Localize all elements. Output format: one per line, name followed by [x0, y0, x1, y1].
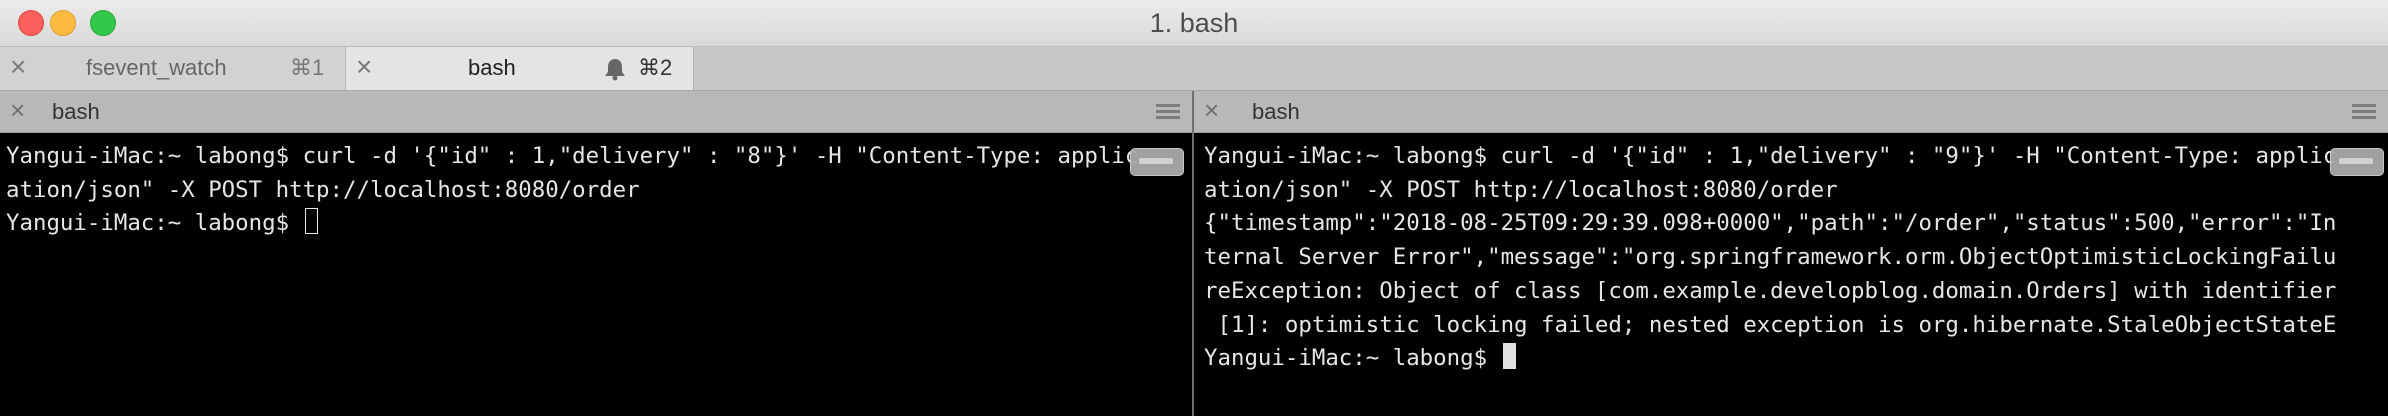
close-pane-icon[interactable]: ×	[10, 96, 25, 124]
right-pane-header: × bash	[1194, 91, 2388, 133]
tab-bar: × fsevent_watch ⌘1 × bash ⌘2	[0, 47, 2388, 91]
tab-bash[interactable]: × bash ⌘2	[346, 47, 694, 90]
tab-shortcut: ⌘1	[290, 55, 325, 80]
terminal-line: ternal Server Error","message":"org.spri…	[1204, 244, 2337, 271]
terminal-line: Yangui-iMac:~ labong$ curl -d '{"id" : 1…	[6, 143, 1139, 169]
scroll-indicator-icon[interactable]	[1130, 148, 1184, 176]
bell-icon	[604, 57, 626, 86]
pane-title: bash	[52, 99, 100, 124]
right-terminal-pane[interactable]: Yangui-iMac:~ labong$ curl -d '{"id" : 1…	[1194, 134, 2388, 416]
terminal-line: Yangui-iMac:~ labong$	[6, 210, 303, 237]
terminal-line: ation/json" -X POST http://localhost:808…	[6, 176, 640, 203]
hamburger-menu-icon[interactable]	[2352, 104, 2376, 120]
tab-fsevent-watch[interactable]: × fsevent_watch ⌘1	[0, 47, 346, 90]
terminal-line: {"timestamp":"2018-08-25T09:29:39.098+00…	[1204, 210, 2337, 237]
close-tab-icon[interactable]: ×	[10, 53, 26, 81]
close-tab-icon[interactable]: ×	[356, 53, 372, 81]
terminal-output: Yangui-iMac:~ labong$ curl -d '{"id" : 1…	[1204, 140, 2336, 376]
terminal-line: reException: Object of class [com.exampl…	[1204, 277, 2337, 304]
close-pane-icon[interactable]: ×	[1204, 96, 1219, 124]
terminal-cursor	[1502, 343, 1516, 370]
pane-title: bash	[1252, 99, 1300, 124]
terminal-output: Yangui-iMac:~ labong$ curl -d '{"id" : 1…	[6, 140, 1138, 241]
scroll-indicator-icon[interactable]	[2330, 148, 2384, 176]
tab-label: bash	[468, 55, 516, 80]
terminal-line: ation/json" -X POST http://localhost:808…	[1204, 176, 1838, 203]
terminal-line: Yangui-iMac:~ labong$	[1204, 345, 1501, 372]
tab-shortcut: ⌘2	[638, 55, 673, 80]
title-bar: 1. bash	[0, 0, 2388, 47]
terminal-line: [1]: optimistic locking failed; nested e…	[1204, 311, 2337, 338]
left-pane-header: × bash	[0, 91, 1192, 133]
tab-label: fsevent_watch	[86, 55, 227, 80]
window-title: 1. bash	[1149, 8, 1239, 38]
left-terminal-pane[interactable]: Yangui-iMac:~ labong$ curl -d '{"id" : 1…	[0, 134, 1192, 416]
terminal-cursor	[304, 208, 318, 235]
hamburger-menu-icon[interactable]	[1156, 104, 1180, 120]
terminal-line: Yangui-iMac:~ labong$ curl -d '{"id" : 1…	[1204, 143, 2337, 169]
